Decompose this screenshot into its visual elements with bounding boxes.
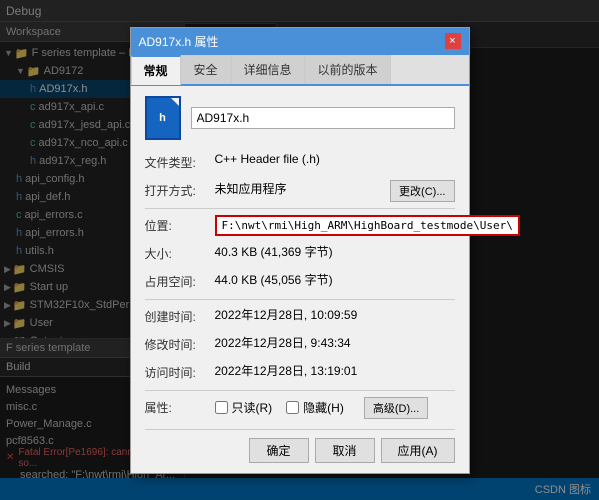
dialog-tab-general[interactable]: 常规 <box>131 55 181 85</box>
checkbox-hidden-label: 隐藏(H) <box>303 399 344 416</box>
prop-size-row: 大小: 40.3 KB (41,369 字节) <box>145 243 455 265</box>
dialog-title: AD917x.h 属性 <box>139 33 219 50</box>
prop-attrs-row: 属性: 只读(R) 隐藏(H) 高级(D)... <box>145 397 455 419</box>
checkbox-readonly-input[interactable] <box>215 401 228 414</box>
prop-disksize-value: 44.0 KB (45,056 字节) <box>215 271 455 288</box>
file-icon-large: h <box>145 96 181 140</box>
file-name-input[interactable] <box>191 107 455 129</box>
prop-filetype-label: 文件类型: <box>145 152 215 171</box>
file-icon-letter: h <box>159 112 166 124</box>
prop-modified-row: 修改时间: 2022年12月28日, 9:43:34 <box>145 334 455 356</box>
properties-dialog: AD917x.h 属性 × 常规 安全 详细信息 以前的版本 h <box>130 27 470 474</box>
divider1 <box>145 208 455 209</box>
prop-size-label: 大小: <box>145 243 215 262</box>
divider3 <box>145 390 455 391</box>
checkbox-hidden[interactable]: 隐藏(H) <box>286 399 344 416</box>
prop-disksize-label: 占用空间: <box>145 271 215 290</box>
checkbox-readonly[interactable]: 只读(R) <box>215 399 273 416</box>
ok-button[interactable]: 确定 <box>249 438 309 463</box>
ok-cancel-row: 确定 取消 应用(A) <box>145 429 455 463</box>
advanced-button[interactable]: 高级(D)... <box>364 397 428 419</box>
prop-openwidth-label: 打开方式: <box>145 180 215 199</box>
prop-filetype-value: C++ Header file (.h) <box>215 152 455 166</box>
change-button[interactable]: 更改(C)... <box>390 180 454 202</box>
prop-modified-label: 修改时间: <box>145 334 215 353</box>
prop-location-label: 位置: <box>145 215 215 234</box>
prop-openwidth-value: 未知应用程序 <box>215 180 385 197</box>
ide-container: Debug Workspace ◀▶ ▼ 📁 F series template… <box>0 0 599 500</box>
dialog-tab-security[interactable]: 安全 <box>181 55 231 84</box>
prop-location-row: 位置: F:\nwt\rmi\High_ARM\HighBoard_testmo… <box>145 215 455 237</box>
modal-overlay: AD917x.h 属性 × 常规 安全 详细信息 以前的版本 h <box>0 0 599 500</box>
dialog-tabs: 常规 安全 详细信息 以前的版本 <box>131 55 469 86</box>
prop-created-value: 2022年12月28日, 10:09:59 <box>215 306 455 323</box>
prop-accessed-value: 2022年12月28日, 13:19:01 <box>215 362 455 379</box>
prop-created-row: 创建时间: 2022年12月28日, 10:09:59 <box>145 306 455 328</box>
prop-size-value: 40.3 KB (41,369 字节) <box>215 243 455 260</box>
location-box: F:\nwt\rmi\High_ARM\HighBoard_testmode\U… <box>215 215 520 236</box>
dialog-title-bar: AD917x.h 属性 × <box>131 28 469 55</box>
prop-disksize-row: 占用空间: 44.0 KB (45,056 字节) <box>145 271 455 293</box>
file-header: h <box>145 96 455 140</box>
attr-row: 只读(R) 隐藏(H) 高级(D)... <box>215 397 429 419</box>
prop-modified-value: 2022年12月28日, 9:43:34 <box>215 334 455 351</box>
prop-accessed-label: 访问时间: <box>145 362 215 381</box>
dialog-body: h 文件类型: C++ Header file (.h) 打开方式: 未知应用程… <box>131 86 469 473</box>
divider2 <box>145 299 455 300</box>
apply-button[interactable]: 应用(A) <box>381 438 455 463</box>
cancel-button[interactable]: 取消 <box>315 438 375 463</box>
prop-created-label: 创建时间: <box>145 306 215 325</box>
prop-attrs-label: 属性: <box>145 397 215 416</box>
prop-filetype-row: 文件类型: C++ Header file (.h) <box>145 152 455 174</box>
dialog-close-button[interactable]: × <box>445 33 461 49</box>
checkbox-readonly-label: 只读(R) <box>232 399 273 416</box>
prop-accessed-row: 访问时间: 2022年12月28日, 13:19:01 <box>145 362 455 384</box>
checkbox-hidden-input[interactable] <box>286 401 299 414</box>
prop-openwidth-row: 打开方式: 未知应用程序 更改(C)... <box>145 180 455 202</box>
dialog-tab-details[interactable]: 详细信息 <box>231 55 305 84</box>
dialog-tab-previous[interactable]: 以前的版本 <box>305 55 391 84</box>
